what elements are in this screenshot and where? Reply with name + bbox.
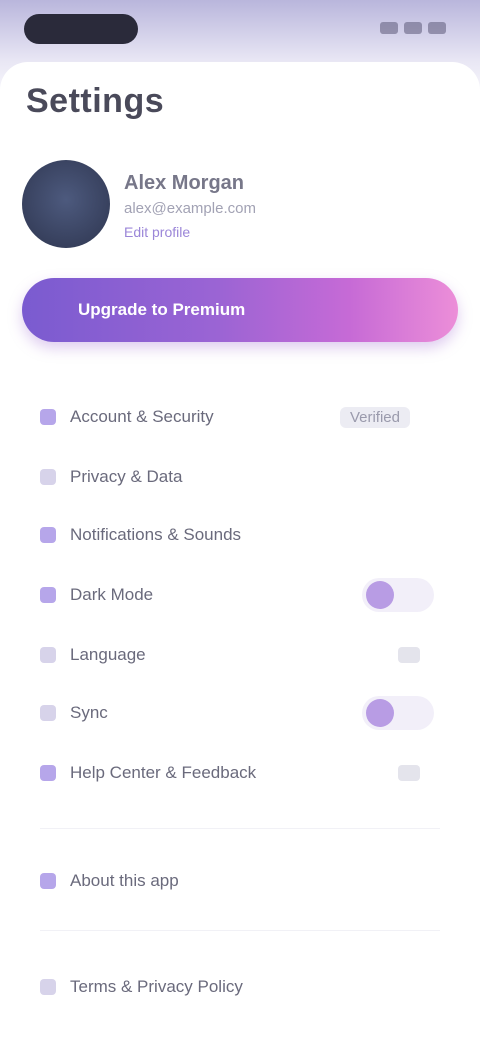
settings-item-label: Account & Security — [70, 407, 214, 426]
moon-icon — [40, 587, 56, 603]
signal-icon — [380, 22, 398, 34]
chevron-right-icon — [398, 647, 420, 663]
wifi-icon — [404, 22, 422, 34]
globe-icon — [40, 647, 56, 663]
chevron-right-icon — [398, 765, 420, 781]
battery-icon — [428, 22, 446, 34]
status-time-pill — [24, 14, 138, 44]
avatar[interactable] — [22, 160, 110, 248]
settings-item-label: Help Center & Feedback — [70, 763, 257, 782]
settings-item-label: Dark Mode — [70, 585, 154, 604]
settings-item-label: Language — [70, 645, 146, 664]
status-icons — [362, 20, 446, 36]
settings-item-about[interactable]: About this app — [40, 866, 440, 896]
settings-item-privacy[interactable]: Privacy & Data — [40, 462, 440, 492]
help-icon — [40, 765, 56, 781]
status-bar — [0, 0, 480, 56]
settings-item-sync: Sync — [40, 696, 440, 730]
lock-icon — [40, 469, 56, 485]
profile-email: alex@example.com — [124, 200, 256, 217]
settings-item-language[interactable]: Language — [40, 640, 440, 670]
settings-item-label: Privacy & Data — [70, 467, 183, 486]
shield-icon — [40, 409, 56, 425]
settings-item-dark-mode: Dark Mode — [40, 578, 440, 612]
settings-item-terms[interactable]: Terms & Privacy Policy — [40, 972, 440, 1002]
settings-item-help-center[interactable]: Help Center & Feedback — [40, 758, 440, 788]
premium-banner-label: Upgrade to Premium — [78, 300, 246, 319]
settings-item-label: About this app — [70, 871, 179, 890]
settings-item-label: Notifications & Sounds — [70, 525, 242, 544]
sync-toggle[interactable] — [362, 696, 434, 730]
sync-icon — [40, 705, 56, 721]
info-icon — [40, 873, 56, 889]
profile-name: Alex Morgan — [124, 172, 245, 194]
bell-icon — [40, 527, 56, 543]
page-title: Settings — [26, 82, 165, 120]
divider — [40, 930, 440, 931]
settings-item-label: Terms & Privacy Policy — [70, 977, 243, 996]
dark-mode-toggle[interactable] — [362, 578, 434, 612]
settings-item-value: Verified — [339, 406, 410, 428]
settings-item-notifications[interactable]: Notifications & Sounds — [40, 520, 440, 550]
document-icon — [40, 979, 56, 995]
divider — [40, 828, 440, 829]
toggle-knob — [366, 699, 394, 727]
settings-item-label: Sync — [70, 703, 108, 722]
settings-item-account-security[interactable]: Account & Security Verified — [40, 402, 440, 432]
toggle-knob — [366, 581, 394, 609]
premium-banner-button[interactable]: Upgrade to Premium — [22, 278, 458, 342]
edit-profile-link[interactable]: Edit profile — [124, 224, 190, 240]
